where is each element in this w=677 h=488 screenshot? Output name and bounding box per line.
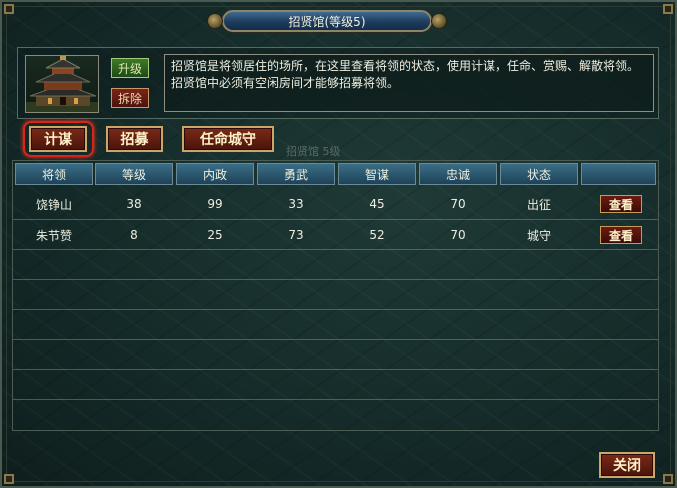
recruit-button[interactable]: 招募 (106, 126, 163, 152)
appoint-governor-button[interactable]: 任命城守 (182, 126, 274, 152)
column-header-name: 将领 (15, 163, 93, 185)
frame-corner-ornament (4, 474, 14, 484)
general-name: 饶铮山 (35, 197, 72, 212)
empty-table-row (13, 309, 658, 339)
general-status: 出征 (526, 197, 551, 212)
general-loyalty: 70 (450, 228, 466, 242)
close-button[interactable]: 关闭 (599, 452, 655, 478)
recruitment-hall-window: 招贤馆(等级5) 升级 拆除 招贤馆是将领居住的场所，在这里查看将领的状态，使用… (0, 0, 677, 488)
frame-corner-ornament (663, 4, 673, 14)
general-politics: 99 (207, 197, 223, 211)
general-valor: 33 (288, 197, 304, 211)
table-row: 饶铮山 38 99 33 45 70 出征 查看 (13, 189, 658, 219)
table-row: 朱节赞 8 25 73 52 70 城守 查看 (13, 219, 658, 249)
upgrade-button[interactable]: 升级 (111, 58, 149, 78)
table-header: 将领 等级 内政 勇武 智谋 忠诚 状态 (13, 161, 658, 187)
general-loyalty: 70 (450, 197, 466, 211)
demolish-button[interactable]: 拆除 (111, 88, 149, 108)
building-description: 招贤馆是将领居住的场所，在这里查看将领的状态，使用计谋，任命、赏赐、解散将领。招… (164, 54, 654, 112)
general-wisdom: 45 (369, 197, 385, 211)
frame-corner-ornament (663, 474, 673, 484)
empty-table-row (13, 369, 658, 399)
general-level: 8 (130, 228, 138, 242)
column-header-level: 等级 (95, 163, 173, 185)
plaque-knob-icon (207, 13, 223, 29)
column-header-action (581, 163, 656, 185)
column-header-loyalty: 忠诚 (419, 163, 497, 185)
empty-table-row (13, 249, 658, 279)
column-header-valor: 勇武 (257, 163, 335, 185)
general-name: 朱节赞 (35, 228, 72, 243)
view-general-button[interactable]: 查看 (600, 226, 642, 244)
empty-table-row (13, 339, 658, 369)
background-building-label: 招贤馆 5级 (286, 145, 341, 158)
title-plaque: 招贤馆(等级5) (205, 6, 449, 36)
generals-table: 将领 等级 内政 勇武 智谋 忠诚 状态 饶铮山 38 99 33 45 70 … (12, 160, 659, 431)
frame-corner-ornament (4, 4, 14, 14)
window-title: 招贤馆(等级5) (222, 10, 432, 32)
empty-table-row (13, 279, 658, 309)
pagoda-building-icon (25, 55, 99, 113)
column-header-politics: 内政 (176, 163, 254, 185)
plaque-knob-icon (431, 13, 447, 29)
general-valor: 73 (288, 228, 304, 242)
view-general-button[interactable]: 查看 (600, 195, 642, 213)
general-status: 城守 (526, 228, 551, 243)
column-header-status: 状态 (500, 163, 578, 185)
empty-table-row (13, 399, 658, 429)
strategy-button[interactable]: 计谋 (29, 126, 87, 152)
general-level: 38 (126, 197, 142, 211)
general-wisdom: 52 (369, 228, 385, 242)
column-header-wisdom: 智谋 (338, 163, 416, 185)
general-politics: 25 (207, 228, 223, 242)
